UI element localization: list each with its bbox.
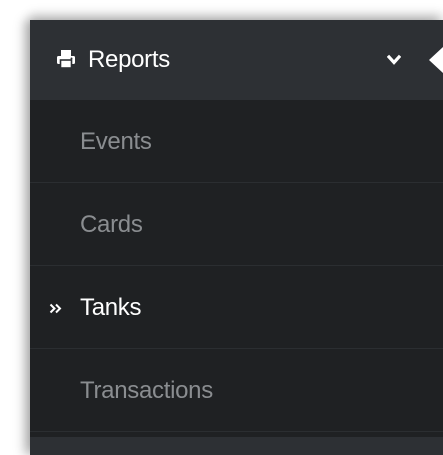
submenu-item-label: Cards [80, 211, 143, 238]
menu-header-label: Reports [88, 46, 170, 73]
submenu-list: Events Cards Tanks Transactions [30, 100, 443, 432]
menu-header-reports[interactable]: Reports [30, 20, 443, 100]
chevron-down-icon[interactable] [387, 54, 401, 66]
printer-icon [57, 50, 75, 69]
caret-left-icon [429, 47, 443, 73]
next-menu-header-strip [30, 437, 443, 455]
submenu-item-events[interactable]: Events [30, 100, 443, 183]
double-chevron-right-icon [49, 303, 62, 314]
submenu-item-label: Tanks [80, 294, 142, 321]
submenu-item-label: Transactions [80, 377, 213, 404]
submenu-item-label: Events [80, 128, 152, 155]
submenu-item-cards[interactable]: Cards [30, 183, 443, 266]
submenu-item-transactions[interactable]: Transactions [30, 349, 443, 432]
submenu-item-tanks[interactable]: Tanks [30, 266, 443, 349]
screenshot-frame: Reports Events Cards Tanks Transactions [0, 0, 443, 455]
sidebar-menu-panel: Reports Events Cards Tanks Transactions [30, 20, 443, 455]
